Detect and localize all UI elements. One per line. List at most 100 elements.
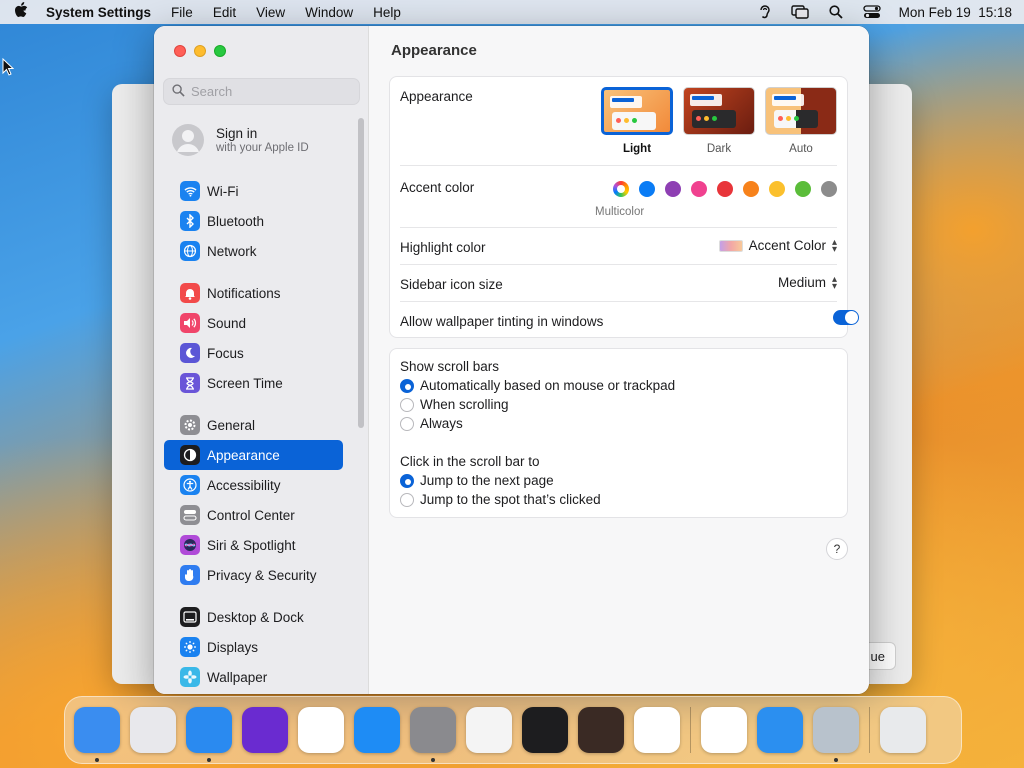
sidebar-group: Desktop & Dock Displays Wallpaper <box>154 602 368 692</box>
sidebar-item-label: Notifications <box>207 285 281 301</box>
app-name-menu[interactable]: System Settings <box>46 5 151 20</box>
sidebar-item-general[interactable]: General <box>164 410 343 440</box>
menu-file[interactable]: File <box>171 5 193 20</box>
terminal-icon[interactable] <box>522 707 568 753</box>
wifi-icon <box>180 181 200 201</box>
vscode-icon[interactable] <box>634 707 680 753</box>
sidebar-group: Wi-Fi Bluetooth Network <box>154 176 368 266</box>
firefox-icon[interactable] <box>242 707 288 753</box>
sidebar-item-screen-time[interactable]: Screen Time <box>164 368 343 398</box>
sidebar-item-displays[interactable]: Displays <box>164 632 343 662</box>
menu-window[interactable]: Window <box>305 5 353 20</box>
search-input[interactable] <box>191 84 351 99</box>
sidebar-item-label: Wi-Fi <box>207 183 239 199</box>
accent-color-swatch[interactable] <box>821 181 837 197</box>
dock-icon <box>180 607 200 627</box>
radio-button[interactable] <box>400 416 414 431</box>
sidebar-icon-size-label: Sidebar icon size <box>400 277 503 292</box>
trash-icon[interactable] <box>880 707 926 753</box>
running-indicator <box>207 758 211 762</box>
zoom-window-button[interactable] <box>214 45 226 57</box>
minimize-window-button[interactable] <box>194 45 206 57</box>
accent-color-swatch[interactable] <box>795 181 811 197</box>
sidebar-item-bluetooth[interactable]: Bluetooth <box>164 206 343 236</box>
radio-option[interactable]: When scrolling <box>400 397 509 412</box>
appearance-option-auto[interactable]: Auto <box>765 87 837 155</box>
launchpad-icon[interactable] <box>130 707 176 753</box>
radio-label: When scrolling <box>420 397 509 412</box>
weather-icon[interactable] <box>757 707 803 753</box>
sidebar-item-desktop-dock[interactable]: Desktop & Dock <box>164 602 343 632</box>
gear-icon <box>180 415 200 435</box>
radio-button[interactable] <box>400 492 414 507</box>
continue-button-label: ue <box>870 648 885 664</box>
accent-color-swatch[interactable] <box>639 181 655 197</box>
chrome-icon[interactable] <box>298 707 344 753</box>
accent-color-swatch[interactable] <box>691 181 707 197</box>
accent-color-swatch[interactable] <box>717 181 733 197</box>
radio-option[interactable]: Jump to the next page <box>400 473 554 488</box>
apple-menu-icon[interactable] <box>12 2 30 22</box>
textedit-icon[interactable] <box>466 707 512 753</box>
highlight-color-popup[interactable]: Accent Color ▴ ▾ <box>718 237 837 254</box>
control-center-menu-icon[interactable] <box>863 4 881 20</box>
divider <box>400 301 837 302</box>
hourglass-icon <box>180 373 200 393</box>
sidebar-icon-size-popup[interactable]: Medium ▴ ▾ <box>778 274 837 291</box>
sidebar-item-notifications[interactable]: Notifications <box>164 278 343 308</box>
sidebar-item-appearance[interactable]: Appearance <box>164 440 343 470</box>
sidebar-item-wi-fi[interactable]: Wi-Fi <box>164 176 343 206</box>
sidebar-item-label: Appearance <box>207 447 280 463</box>
menu-clock[interactable]: Mon Feb 19 15:18 <box>899 5 1012 20</box>
avatar <box>172 124 204 156</box>
appearance-option-label: Auto <box>789 143 813 155</box>
accent-color-multicolor[interactable] <box>613 181 629 197</box>
sidebar-item-focus[interactable]: Focus <box>164 338 343 368</box>
menu-edit[interactable]: Edit <box>213 5 236 20</box>
visual-studio-icon[interactable] <box>701 707 747 753</box>
appearance-option-dark[interactable]: Dark <box>683 87 755 155</box>
safari-icon[interactable] <box>186 707 232 762</box>
sidebar-item-wallpaper[interactable]: Wallpaper <box>164 662 343 692</box>
menu-view[interactable]: View <box>256 5 285 20</box>
wallpaper-tinting-toggle[interactable] <box>833 310 859 325</box>
scroll-bar-settings-card: Show scroll bars Automatically based on … <box>389 348 848 518</box>
sidebar-item-label: General <box>207 417 256 433</box>
sidebar-item-control-center[interactable]: Control Center <box>164 500 343 530</box>
sidebar-item-network[interactable]: Network <box>164 236 343 266</box>
finder-icon[interactable] <box>74 707 120 762</box>
radio-option[interactable]: Jump to the spot that’s clicked <box>400 492 601 507</box>
appearance-preview-image <box>683 87 755 135</box>
accent-color-swatch[interactable] <box>665 181 681 197</box>
sidebar-item-accessibility[interactable]: Accessibility <box>164 470 343 500</box>
system-settings-icon[interactable] <box>410 707 456 762</box>
accent-color-swatch[interactable] <box>769 181 785 197</box>
radio-option[interactable]: Automatically based on mouse or trackpad <box>400 378 675 393</box>
help-button[interactable]: ? <box>826 538 848 560</box>
bluetooth-icon <box>180 211 200 231</box>
app-store-icon[interactable] <box>354 707 400 753</box>
sidebar-item-privacy-security[interactable]: Privacy & Security <box>164 560 343 590</box>
sidebar-item-siri-spotlight[interactable]: Siri & Spotlight <box>164 530 343 560</box>
spotlight-search-icon[interactable] <box>827 4 845 20</box>
appearance-option-light[interactable]: Light <box>601 87 673 155</box>
screen-mirroring-icon[interactable] <box>790 4 809 20</box>
sidebar-item-label: Siri & Spotlight <box>207 537 296 553</box>
accent-color-swatch[interactable] <box>743 181 759 197</box>
menu-help[interactable]: Help <box>373 5 401 20</box>
radio-option[interactable]: Always <box>400 416 463 431</box>
search-field[interactable] <box>163 78 360 105</box>
radio-button[interactable] <box>400 378 414 393</box>
moon-icon <box>180 343 200 363</box>
radio-button[interactable] <box>400 397 414 412</box>
radio-button[interactable] <box>400 473 414 488</box>
sidebar-item-sound[interactable]: Sound <box>164 308 343 338</box>
appearance-settings-card: Appearance Light Dark Auto Accent color … <box>389 76 848 338</box>
sidebar-item-apple-id[interactable]: Sign in with your Apple ID <box>154 116 368 164</box>
garageband-icon[interactable] <box>578 707 624 753</box>
hearing-icon[interactable] <box>755 4 773 20</box>
close-window-button[interactable] <box>174 45 186 57</box>
preview-finder-icon[interactable] <box>813 707 859 762</box>
sidebar-item-label: Screen Time <box>207 375 283 391</box>
wallpaper-tinting-label: Allow wallpaper tinting in windows <box>400 314 604 329</box>
